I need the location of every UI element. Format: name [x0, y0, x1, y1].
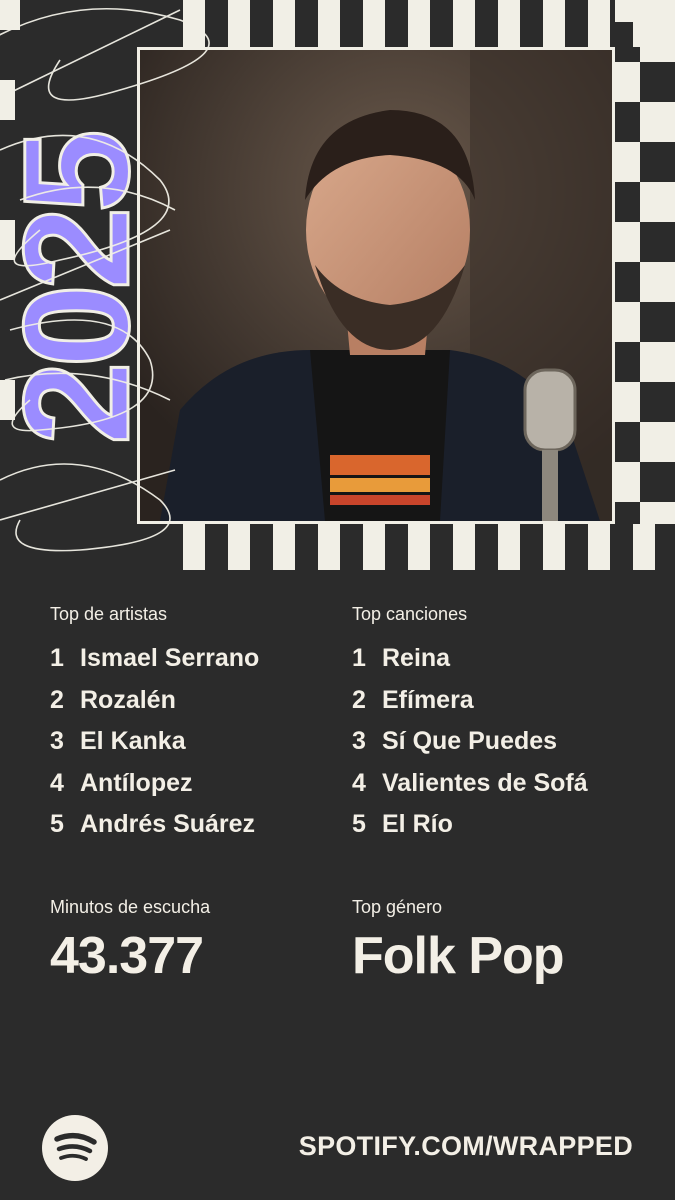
spotify-waves-icon — [54, 1132, 97, 1161]
year-graphic: 2025 — [0, 131, 160, 446]
top-artists-list: 1 Ismael Serrano 2 Rozalén 3 El Kanka 4 … — [50, 638, 340, 846]
top-songs-title: Top canciones — [352, 604, 468, 624]
minutes-stat: Minutos de escucha 43.377 — [50, 893, 340, 989]
genre-stat: Top género Folk Pop — [352, 893, 652, 989]
artist-list-item: 3 El Kanka — [50, 721, 340, 763]
artist-photo — [140, 50, 612, 521]
song-name: Sí Que Puedes — [382, 727, 558, 755]
song-rank: 5 — [352, 810, 366, 838]
artist-name: Andrés Suárez — [80, 810, 256, 838]
artist-list-item: 4 Antílopez — [50, 763, 340, 805]
song-list-item: 2 Efímera — [352, 680, 652, 722]
artist-rank: 4 — [50, 768, 64, 797]
top-songs-list: 1 Reina 2 Efímera 3 Sí Que Puedes 4 Vali… — [352, 638, 652, 846]
spotify-logo-icon[interactable] — [42, 1115, 108, 1181]
song-rank: 3 — [352, 727, 366, 755]
song-name: Efímera — [382, 685, 474, 714]
artist-name: El Kanka — [80, 727, 186, 755]
top-songs-section: Top canciones 1 Reina 2 Efímera 3 Sí Que… — [352, 600, 652, 846]
top-artists-title: Top de artistas — [50, 604, 168, 624]
genre-label: Top género — [352, 897, 443, 917]
artist-rank: 1 — [50, 644, 64, 672]
wrapped-url-link[interactable]: SPOTIFY.COM/WRAPPED — [299, 1126, 633, 1166]
artist-list-item: 5 Andrés Suárez — [50, 804, 340, 846]
artist-rank: 5 — [50, 810, 64, 838]
song-name: El Río — [382, 810, 453, 838]
minutes-value: 43.377 — [50, 927, 204, 985]
artist-name: Ismael Serrano — [80, 644, 260, 672]
minutes-label: Minutos de escucha — [50, 897, 211, 917]
song-rank: 1 — [352, 644, 366, 672]
artist-rank: 3 — [50, 727, 64, 755]
artist-portrait-illustration — [140, 50, 612, 521]
song-list-item: 5 El Río — [352, 804, 652, 846]
top-artists-section: Top de artistas 1 Ismael Serrano 2 Rozal… — [50, 600, 340, 846]
song-list-item: 4 Valientes de Sofá — [352, 763, 652, 805]
artist-name: Rozalén — [80, 685, 176, 714]
artist-list-item: 1 Ismael Serrano — [50, 638, 340, 680]
genre-value: Folk Pop — [352, 927, 565, 985]
song-rank: 2 — [352, 685, 366, 714]
artist-photo-frame — [137, 47, 615, 524]
song-list-item: 3 Sí Que Puedes — [352, 721, 652, 763]
song-name: Reina — [382, 644, 451, 672]
artist-name: Antílopez — [80, 768, 193, 797]
song-list-item: 1 Reina — [352, 638, 652, 680]
wrapped-artwork: 2025 — [0, 0, 675, 570]
song-name: Valientes de Sofá — [382, 768, 588, 797]
artist-list-item: 2 Rozalén — [50, 680, 340, 722]
year-text: 2025 — [0, 133, 160, 445]
artist-rank: 2 — [50, 685, 64, 714]
song-rank: 4 — [352, 768, 366, 797]
